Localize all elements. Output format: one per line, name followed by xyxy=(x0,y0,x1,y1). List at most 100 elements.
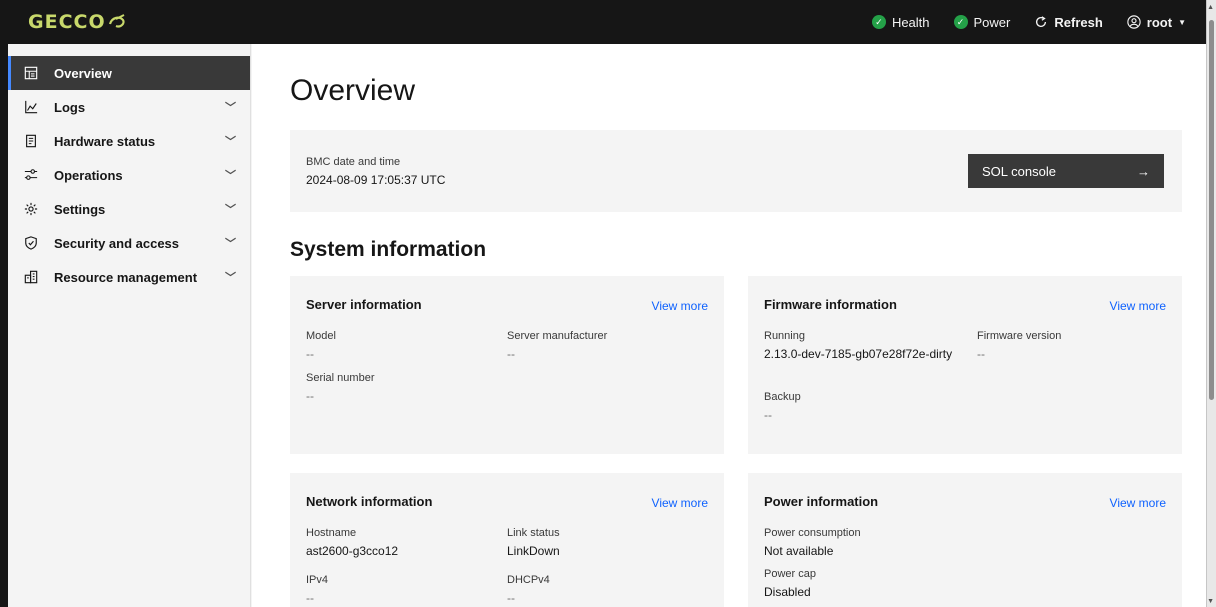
sliders-icon xyxy=(22,168,40,182)
hostname-field: Hostname ast2600-g3cco12 xyxy=(306,526,506,560)
chevron-down-icon: ﹀ xyxy=(225,238,236,250)
user-label: root xyxy=(1146,14,1173,30)
scroll-down-icon[interactable]: ▼ xyxy=(1207,598,1214,605)
refresh-label: Refresh xyxy=(1054,14,1103,30)
view-more-link[interactable]: View more xyxy=(1110,496,1166,510)
caret-down-icon: ▼ xyxy=(1178,17,1186,27)
building-icon xyxy=(22,270,40,284)
refresh-button[interactable]: Refresh xyxy=(1022,0,1114,44)
power-label: Power xyxy=(973,14,1011,30)
sidebar-item-label: Settings xyxy=(54,201,106,217)
logo-text: GECCO xyxy=(28,11,106,33)
sidebar-item-resource-management[interactable]: Resource management ﹀ xyxy=(8,260,250,294)
field-label: Model xyxy=(306,330,336,342)
card-title: Power information xyxy=(764,494,879,509)
card-title: Network information xyxy=(306,494,433,509)
sidebar-item-logs[interactable]: Logs ﹀ xyxy=(8,90,250,124)
power-status[interactable]: ✓ Power xyxy=(942,0,1023,44)
sidebar-item-hardware-status[interactable]: Hardware status ﹀ xyxy=(8,124,250,158)
view-more-link[interactable]: View more xyxy=(652,299,708,313)
main-content: Overview BMC date and time 2024-08-09 17… xyxy=(252,44,1206,607)
field-label: Server manufacturer xyxy=(507,330,608,342)
sidebar-nav: Overview Logs ﹀ Hardware status ﹀ Operat… xyxy=(8,44,251,607)
arrow-right-icon: → xyxy=(1137,163,1150,179)
field-value: -- xyxy=(507,347,515,361)
field-label: Running xyxy=(764,330,805,342)
serial-number-field: Serial number -- xyxy=(306,371,506,405)
power-cap-field: Power cap Disabled xyxy=(764,567,964,601)
user-avatar-icon xyxy=(1127,15,1141,29)
vertical-scrollbar[interactable]: ▲ ▼ xyxy=(1206,0,1216,607)
sol-console-button[interactable]: SOL console → xyxy=(968,154,1164,188)
brand-logo[interactable]: GECCO xyxy=(28,11,126,33)
field-label: IPv4 xyxy=(306,574,329,586)
field-value: Not available xyxy=(764,544,834,558)
field-value: -- xyxy=(306,347,314,361)
power-info-card: Power information View more Power consum… xyxy=(748,473,1182,607)
field-value: LinkDown xyxy=(507,544,560,558)
field-label: Serial number xyxy=(306,372,375,384)
sidebar-item-label: Logs xyxy=(54,99,86,115)
sidebar-item-label: Security and access xyxy=(54,235,180,251)
sidebar-item-settings[interactable]: Settings ﹀ xyxy=(8,192,250,226)
model-field: Model -- xyxy=(306,329,506,363)
ipv4-field: IPv4 -- xyxy=(306,573,506,607)
scroll-up-icon[interactable]: ▲ xyxy=(1207,4,1214,11)
shield-check-icon xyxy=(22,236,40,250)
health-label: Health xyxy=(891,14,930,30)
field-value: -- xyxy=(977,347,985,361)
check-circle-icon: ✓ xyxy=(953,15,968,29)
logo-swirl-icon xyxy=(108,14,125,28)
field-label: Backup xyxy=(764,391,801,403)
field-label: Hostname xyxy=(306,527,357,539)
running-firmware-field: Running 2.13.0-dev-7185-gb07e28f72e-dirt… xyxy=(764,329,959,363)
firmware-version-field: Firmware version -- xyxy=(977,329,1177,363)
chevron-down-icon: ﹀ xyxy=(225,204,236,216)
top-header: GECCO ✓ Health ✓ Power Refresh root ▼ xyxy=(8,0,1206,44)
check-circle-icon: ✓ xyxy=(871,15,886,29)
sidebar-item-overview[interactable]: Overview xyxy=(8,56,250,90)
field-value: ast2600-g3cco12 xyxy=(306,544,399,558)
manufacturer-field: Server manufacturer -- xyxy=(507,329,707,363)
chevron-down-icon: ﹀ xyxy=(225,170,236,182)
field-value: 2.13.0-dev-7185-gb07e28f72e-dirty xyxy=(764,347,953,361)
dashboard-icon xyxy=(22,66,40,80)
health-status[interactable]: ✓ Health xyxy=(860,0,942,44)
sidebar-item-label: Operations xyxy=(54,167,123,183)
field-label: Link status xyxy=(507,527,560,539)
card-title: Server information xyxy=(306,297,422,312)
view-more-link[interactable]: View more xyxy=(652,496,708,510)
sidebar-item-label: Hardware status xyxy=(54,133,156,149)
field-label: Power consumption xyxy=(764,527,861,539)
field-value: -- xyxy=(306,389,314,403)
sidebar-item-security-and-access[interactable]: Security and access ﹀ xyxy=(8,226,250,260)
power-consumption-field: Power consumption Not available xyxy=(764,526,964,560)
clipboard-list-icon xyxy=(22,134,40,148)
dhcpv4-field: DHCPv4 -- xyxy=(507,573,707,607)
bmc-datetime-value: 2024-08-09 17:05:37 UTC xyxy=(306,173,446,187)
field-label: Firmware version xyxy=(977,330,1062,342)
user-menu[interactable]: root ▼ xyxy=(1115,0,1206,44)
server-info-card: Server information View more Model -- Se… xyxy=(290,276,724,454)
card-title: Firmware information xyxy=(764,297,897,312)
sidebar-item-label: Overview xyxy=(54,65,112,81)
firmware-info-card: Firmware information View more Running 2… xyxy=(748,276,1182,454)
bmc-datetime-label: BMC date and time xyxy=(306,156,401,168)
chart-line-icon xyxy=(22,100,40,114)
page-title: Overview xyxy=(290,74,416,107)
network-info-card: Network information View more Hostname a… xyxy=(290,473,724,607)
view-more-link[interactable]: View more xyxy=(1110,299,1166,313)
field-label: Power cap xyxy=(764,568,816,580)
window-frame-left xyxy=(0,0,8,607)
field-value: -- xyxy=(507,591,515,605)
refresh-icon xyxy=(1036,16,1047,28)
bmc-datetime-panel: BMC date and time 2024-08-09 17:05:37 UT… xyxy=(290,130,1182,212)
sidebar-item-operations[interactable]: Operations ﹀ xyxy=(8,158,250,192)
scrollbar-thumb[interactable] xyxy=(1209,20,1214,400)
field-label: DHCPv4 xyxy=(507,574,550,586)
field-value: Disabled xyxy=(764,585,811,599)
sol-console-label: SOL console xyxy=(982,163,1056,179)
chevron-down-icon: ﹀ xyxy=(225,272,236,284)
chevron-down-icon: ﹀ xyxy=(225,136,236,148)
chevron-down-icon: ﹀ xyxy=(225,102,236,114)
